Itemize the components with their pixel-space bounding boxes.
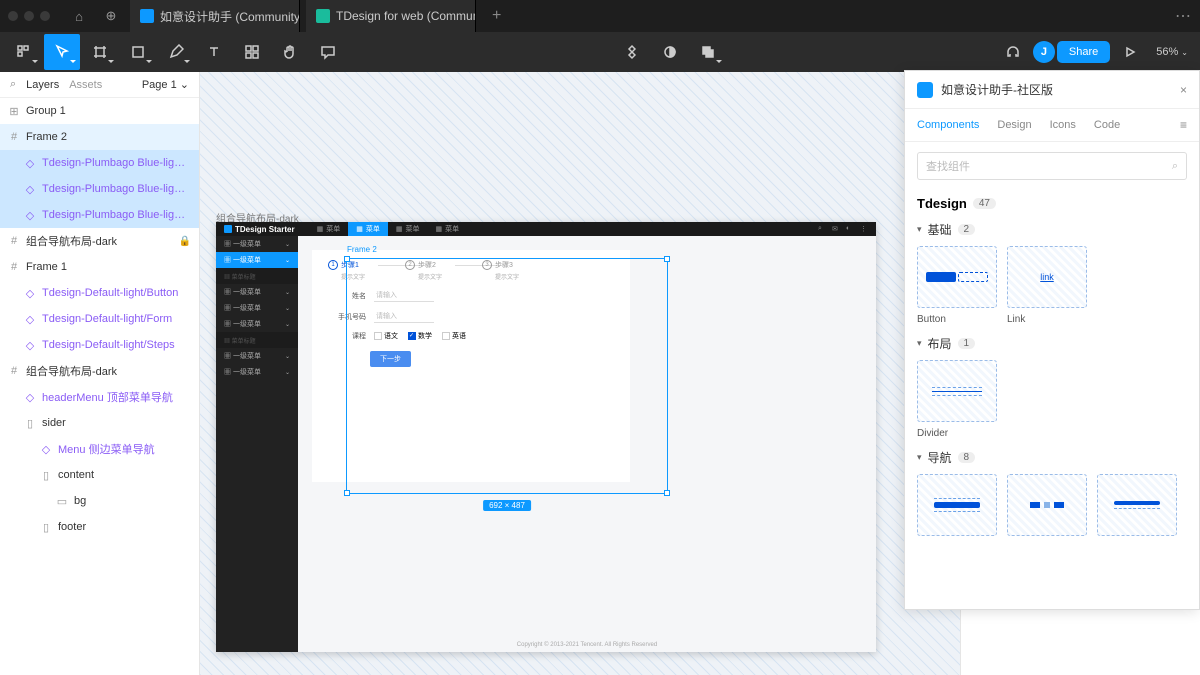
layer-row[interactable]: ◇Tdesign-Default-light/Steps — [0, 332, 199, 358]
move-tool[interactable] — [44, 34, 80, 70]
component-card[interactable] — [917, 474, 997, 536]
layer-row[interactable]: ◇Tdesign-Plumbago Blue-light/... — [0, 202, 199, 228]
boolean-icon[interactable] — [690, 34, 726, 70]
share-button[interactable]: Share — [1057, 41, 1110, 63]
layers-tab[interactable]: Layers — [26, 79, 59, 91]
library-name: Tdesign 47 — [917, 196, 1187, 211]
page-selector[interactable]: Page 1 ⌄ — [142, 78, 189, 91]
present-icon[interactable] — [1112, 34, 1148, 70]
traffic-min[interactable] — [24, 11, 34, 21]
mask-icon[interactable] — [652, 34, 688, 70]
lib-count-badge: 47 — [973, 198, 996, 209]
components-tab[interactable]: Components — [917, 109, 979, 141]
component-card[interactable]: Divider — [917, 360, 997, 439]
search-placeholder: 查找组件 — [926, 158, 1166, 174]
section-header[interactable]: 基础 2 — [917, 221, 1187, 238]
layer-row[interactable]: #组合导航布局-dark🔒 — [0, 228, 199, 254]
layer-row[interactable]: ⊞Group 1 — [0, 98, 199, 124]
plugin-panel: 如意设计助手-社区版 × Components Design Icons Cod… — [904, 70, 1200, 610]
layer-row[interactable]: ◇Tdesign-Default-light/Button — [0, 280, 199, 306]
file-icon — [140, 9, 154, 23]
layer-row[interactable]: #组合导航布局-dark — [0, 358, 199, 384]
assets-tab[interactable]: Assets — [69, 79, 102, 91]
close-icon[interactable]: × — [1180, 83, 1187, 97]
plugin-icon — [917, 82, 933, 98]
layer-row[interactable]: ▭bg — [0, 488, 199, 514]
plugin-title: 如意设计助手-社区版 — [941, 81, 1172, 98]
tab-2[interactable]: TDesign for web (Community) — [306, 0, 476, 32]
mail-icon: ✉ — [832, 225, 840, 233]
titlebar: ⌂ ⊕ 如意设计助手 (Community) × TDesign for web… — [0, 0, 1200, 32]
layer-row[interactable]: ◇Menu 侧边菜单导航 — [0, 436, 199, 462]
tab-1[interactable]: 如意设计助手 (Community) × — [130, 0, 300, 32]
code-tab[interactable]: Code — [1094, 109, 1120, 141]
selection-size: 692 × 487 — [483, 500, 531, 511]
pen-tool[interactable] — [158, 34, 194, 70]
app-logo: TDesign Starter — [224, 225, 295, 234]
toolbar: J Share 56%⌄ — [0, 32, 1200, 72]
left-panel: ⌕ Layers Assets Page 1 ⌄ ⊞Group 1#Frame … — [0, 72, 200, 675]
layer-row[interactable]: ◇Tdesign-Plumbago Blue-light/... — [0, 150, 199, 176]
component-icon[interactable] — [614, 34, 650, 70]
design-tab[interactable]: Design — [997, 109, 1031, 141]
search-icon: ⌕ — [1172, 160, 1178, 173]
globe-icon[interactable]: ⊕ — [98, 3, 124, 29]
selection-outline: Frame 2 692 × 487 — [346, 258, 668, 494]
file-icon — [316, 9, 330, 23]
zoom-level[interactable]: 56%⌄ — [1150, 46, 1194, 58]
layer-row[interactable]: ▯content — [0, 462, 199, 488]
search-icon[interactable]: ⌕ — [10, 78, 16, 91]
layer-row[interactable]: #Frame 1 — [0, 254, 199, 280]
layer-row[interactable]: ◇Tdesign-Default-light/Form — [0, 306, 199, 332]
layer-row[interactable]: ◇Tdesign-Plumbago Blue-light/... — [0, 176, 199, 202]
menu-icon[interactable]: ≡ — [1180, 118, 1187, 132]
canvas[interactable]: 组合导航布局-dark TDesign Starter ▦菜单▦菜单▦菜单▦菜单… — [200, 72, 960, 675]
search-icon: ⌕ — [818, 225, 826, 233]
selection-label: Frame 2 — [347, 245, 377, 254]
text-tool[interactable] — [196, 34, 232, 70]
frame-tool[interactable] — [82, 34, 118, 70]
hand-tool[interactable] — [272, 34, 308, 70]
component-card[interactable] — [1097, 474, 1177, 536]
avatar[interactable]: J — [1033, 41, 1055, 63]
layer-row[interactable]: ▯footer — [0, 514, 199, 540]
more-icon[interactable]: ⋯ — [1175, 6, 1192, 26]
resources-tool[interactable] — [234, 34, 270, 70]
icons-tab[interactable]: Icons — [1050, 109, 1076, 141]
home-icon[interactable]: ⌂ — [66, 3, 92, 29]
section-header[interactable]: 导航 8 — [917, 449, 1187, 466]
add-tab-button[interactable]: + — [482, 7, 511, 25]
traffic-close[interactable] — [8, 11, 18, 21]
layer-row[interactable]: ▯sider — [0, 410, 199, 436]
traffic-max[interactable] — [40, 11, 50, 21]
footer-text: Copyright © 2013-2021 Tencent. All Right… — [298, 642, 876, 648]
user-icon: ◐ — [846, 225, 854, 233]
tab-label: 如意设计助手 (Community) — [160, 8, 300, 25]
figma-menu[interactable] — [6, 34, 42, 70]
comment-tool[interactable] — [310, 34, 346, 70]
shape-tool[interactable] — [120, 34, 156, 70]
component-card[interactable]: linkLink — [1007, 246, 1087, 325]
layer-row[interactable]: ◇headerMenu 顶部菜单导航 — [0, 384, 199, 410]
menu-icon: ⋮ — [860, 225, 868, 233]
headphones-icon[interactable] — [995, 34, 1031, 70]
component-card[interactable] — [1007, 474, 1087, 536]
component-card[interactable]: Button — [917, 246, 997, 325]
section-header[interactable]: 布局 1 — [917, 335, 1187, 352]
search-input[interactable]: 查找组件 ⌕ — [917, 152, 1187, 180]
tab-label: TDesign for web (Community) — [336, 9, 476, 23]
layer-row[interactable]: #Frame 2 — [0, 124, 199, 150]
